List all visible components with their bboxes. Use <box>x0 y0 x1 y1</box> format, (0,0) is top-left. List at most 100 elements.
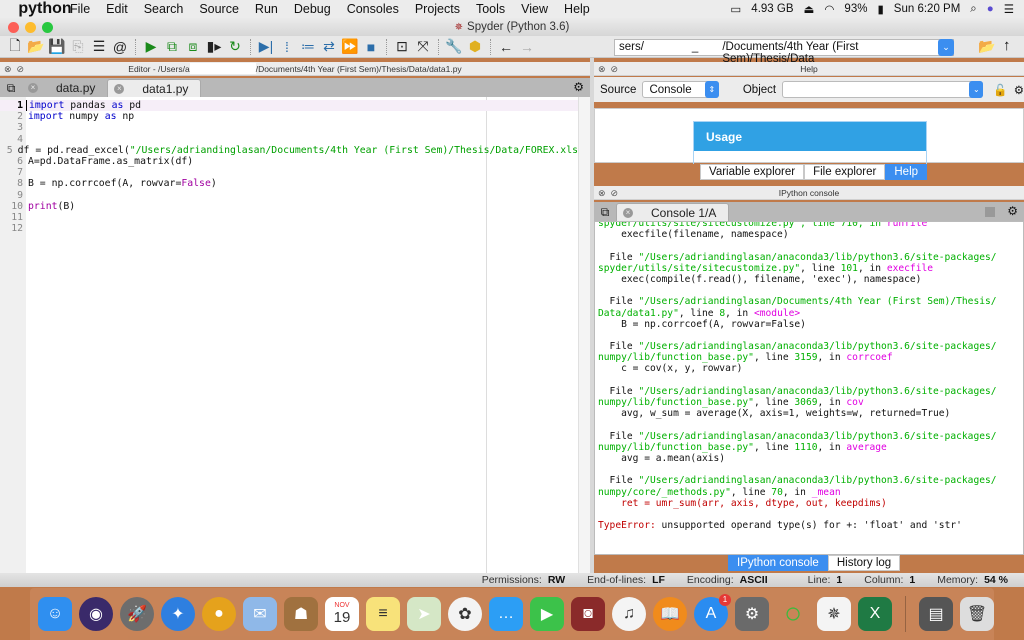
code-line[interactable]: 5 df = pd.read_excel("/Users/adriandingla… <box>0 145 578 156</box>
dock-messages-icon[interactable]: … <box>489 597 523 631</box>
code-editor[interactable]: 1 import pandas as pd 2 import numpy as np 3… <box>0 97 590 573</box>
dock-ibooks-icon[interactable]: 📖 <box>653 597 687 631</box>
parent-directory-icon[interactable]: ↑ <box>1003 37 1011 54</box>
battery-percent[interactable]: 93% <box>844 3 867 15</box>
zoom-window-button[interactable] <box>42 22 53 33</box>
tab-file-explorer[interactable]: File explorer <box>804 164 886 180</box>
continue-icon[interactable]: ⏩ <box>341 38 359 56</box>
chevron-down-icon[interactable]: ⌄ <box>938 39 954 56</box>
browse-tabs-icon[interactable]: ☰ <box>90 38 108 56</box>
editor-options-gear-icon[interactable]: ⚙ <box>573 80 584 94</box>
save-all-icon[interactable]: ⎘ <box>69 38 87 56</box>
menu-tools[interactable]: Tools <box>468 2 513 16</box>
dock-system-preferences-icon[interactable]: ⚙ <box>735 597 769 631</box>
menu-edit[interactable]: Edit <box>98 2 136 16</box>
tab-ipython-console[interactable]: IPython console <box>728 555 828 571</box>
fullscreen-icon[interactable]: ⤧ <box>414 38 432 56</box>
dock-anaconda-icon[interactable]: ○ <box>776 597 810 631</box>
menu-consoles[interactable]: Consoles <box>339 2 407 16</box>
tab-variable-explorer[interactable]: Variable explorer <box>700 164 805 180</box>
dock-siri-icon[interactable]: ◉ <box>79 597 113 631</box>
editor-scrollbar[interactable] <box>578 97 590 573</box>
wifi-icon[interactable]: ◠ <box>824 2 834 16</box>
spotlight-search-icon[interactable]: ⌕ <box>970 3 976 16</box>
undock-pane-icon[interactable]: ⊘ <box>17 64 25 75</box>
menu-view[interactable]: View <box>513 2 556 16</box>
dock-trash-icon[interactable]: 🗑 <box>960 597 994 631</box>
wrench-icon[interactable]: 🔧 <box>445 38 463 56</box>
tab-help[interactable]: Help <box>885 164 928 180</box>
code-line[interactable]: 8 B = np.corrcoef(A, rowvar=False) <box>0 178 578 189</box>
step-into-icon[interactable]: ≔ <box>299 38 317 56</box>
close-pane-icon[interactable]: ⊗ <box>598 64 606 75</box>
stop-debug-icon[interactable]: ■ <box>362 38 380 56</box>
python-path-icon[interactable]: ⬢ <box>466 38 484 56</box>
back-arrow-icon[interactable]: ← <box>497 38 515 56</box>
maximize-pane-icon[interactable]: ⊡ <box>393 38 411 56</box>
interrupt-kernel-icon[interactable] <box>985 207 996 217</box>
close-tab-icon[interactable]: × <box>623 207 633 218</box>
dock-contacts-icon[interactable]: ☗ <box>284 597 318 631</box>
notification-center-icon[interactable]: ☰ <box>1004 2 1014 16</box>
tab-data-py[interactable]: × data.py <box>22 79 107 97</box>
source-select[interactable]: Console ⇕ <box>642 81 719 98</box>
code-line[interactable]: 11 <box>0 212 578 223</box>
browse-tabs-icon[interactable]: ⧉ <box>594 203 616 221</box>
browse-tabs-icon[interactable]: ⧉ <box>0 79 22 97</box>
close-tab-icon[interactable]: × <box>114 83 125 94</box>
dock-excel-icon[interactable]: X <box>858 597 892 631</box>
close-pane-icon[interactable]: ⊗ <box>598 188 606 199</box>
dock-photos-icon[interactable]: ✿ <box>448 597 482 631</box>
code-line[interactable]: 7 <box>0 167 578 178</box>
working-directory-input[interactable]: sers/ _ /Documents/4th Year (First Sem)/… <box>614 39 954 65</box>
dock-notes-icon[interactable]: ≡ <box>366 597 400 631</box>
dock-photo-booth-icon[interactable]: ◙ <box>571 597 605 631</box>
dock-finder-icon[interactable]: ☺ <box>38 597 72 631</box>
new-file-icon[interactable]: 🗋 <box>6 37 24 56</box>
code-line[interactable]: 2 import numpy as np <box>0 111 578 122</box>
menu-run[interactable]: Run <box>247 2 286 16</box>
dock-chrome-icon[interactable]: ● <box>202 597 236 631</box>
menu-projects[interactable]: Projects <box>407 2 468 16</box>
dock-calendar-icon[interactable]: NOV 19 <box>325 597 359 631</box>
code-line[interactable]: 1 import pandas as pd <box>0 100 578 112</box>
siri-icon[interactable]: ● <box>987 3 994 15</box>
console-output[interactable]: spyder/utils/site/sitecustomize.py", lin… <box>594 221 1024 555</box>
open-file-icon[interactable]: 📂 <box>27 38 45 56</box>
battery-icon[interactable]: ▮ <box>877 2 883 16</box>
tab-data1-py[interactable]: × data1.py <box>107 79 202 97</box>
lock-icon[interactable]: 🔓 <box>993 83 1007 97</box>
console-options-gear-icon[interactable]: ⚙ <box>1007 204 1018 218</box>
dock-itunes-icon[interactable]: ♫ <box>612 597 646 631</box>
browse-directory-icon[interactable]: 📂 <box>978 38 995 55</box>
dock-screenshot-folder-icon[interactable]: ▤ <box>919 597 953 631</box>
menu-search[interactable]: Search <box>136 2 192 16</box>
drive-icon[interactable]: ⏏ <box>804 2 815 16</box>
forward-arrow-icon[interactable]: → <box>518 38 536 56</box>
dock-facetime-icon[interactable]: ▶ <box>530 597 564 631</box>
rerun-icon[interactable]: ↻ <box>226 38 244 56</box>
dock-spyder-icon[interactable]: ✵ <box>817 597 851 631</box>
tab-console-1a[interactable]: × Console 1/A <box>616 203 730 221</box>
save-file-icon[interactable]: 💾 <box>48 38 66 56</box>
close-tab-icon[interactable]: × <box>28 83 38 93</box>
dock-maps-icon[interactable]: ➤ <box>407 597 441 631</box>
dock-mail-icon[interactable]: ✉ <box>243 597 277 631</box>
dock-app-store-icon[interactable]: A1 <box>694 594 731 631</box>
code-line[interactable]: 4 <box>0 134 578 145</box>
dock-launchpad-icon[interactable]: 🚀 <box>120 597 154 631</box>
code-line[interactable]: 9 <box>0 190 578 201</box>
step-icon[interactable]: ⁞ <box>278 38 296 56</box>
close-pane-icon[interactable]: ⊗ <box>4 64 12 75</box>
menu-source[interactable]: Source <box>191 2 247 16</box>
help-options-gear-icon[interactable]: ⚙ <box>1014 83 1024 97</box>
tab-history-log[interactable]: History log <box>827 555 901 571</box>
run-file-icon[interactable]: ▶ <box>142 38 160 56</box>
undock-pane-icon[interactable]: ⊘ <box>611 188 619 199</box>
clock[interactable]: Sun 6:20 PM <box>894 3 960 15</box>
run-selection-icon[interactable]: ▮▸ <box>205 38 223 56</box>
memory-icon[interactable]: ▭ <box>730 2 741 16</box>
run-cell-icon[interactable]: ⧉ <box>163 38 181 56</box>
menu-debug[interactable]: Debug <box>286 2 339 16</box>
step-return-icon[interactable]: ⇄ <box>320 38 338 56</box>
